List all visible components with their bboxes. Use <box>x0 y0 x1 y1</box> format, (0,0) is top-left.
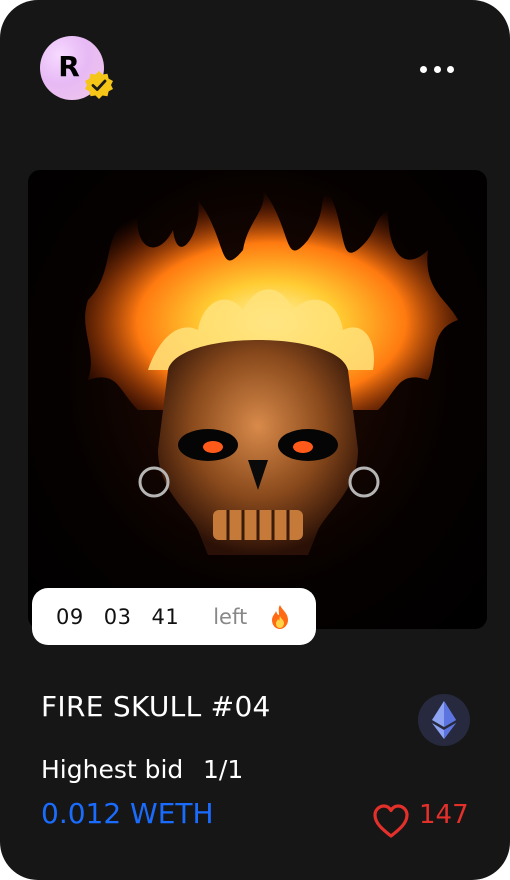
countdown-seconds: 41 <box>151 604 180 629</box>
nft-title: FIRE SKULL #04 <box>41 690 271 723</box>
countdown-minutes: 03 <box>103 604 132 629</box>
fire-skull-illustration <box>85 190 458 555</box>
more-dot <box>447 65 454 73</box>
nft-card[interactable]: R 09 03 41 left FIRE SKULL #04 Highest b… <box>0 0 510 880</box>
edition-count: 1/1 <box>203 755 244 784</box>
countdown-suffix: left <box>213 604 248 629</box>
auction-countdown: 09 03 41 left <box>32 588 316 645</box>
heart-icon[interactable] <box>372 803 410 839</box>
more-options-button[interactable] <box>420 58 454 80</box>
like-count: 147 <box>419 800 469 830</box>
verified-badge-icon <box>85 71 113 99</box>
countdown-hours: 09 <box>56 604 84 629</box>
more-dot <box>433 65 441 73</box>
nft-artwork[interactable] <box>28 170 487 629</box>
fire-emoji-icon <box>272 604 289 629</box>
avatar-letter: R <box>58 49 80 83</box>
bid-price: 0.012 WETH <box>41 797 214 830</box>
currency-badge <box>418 694 470 746</box>
more-dot <box>420 65 427 73</box>
highest-bid-label: Highest bid <box>41 755 184 784</box>
ethereum-icon <box>432 701 456 739</box>
